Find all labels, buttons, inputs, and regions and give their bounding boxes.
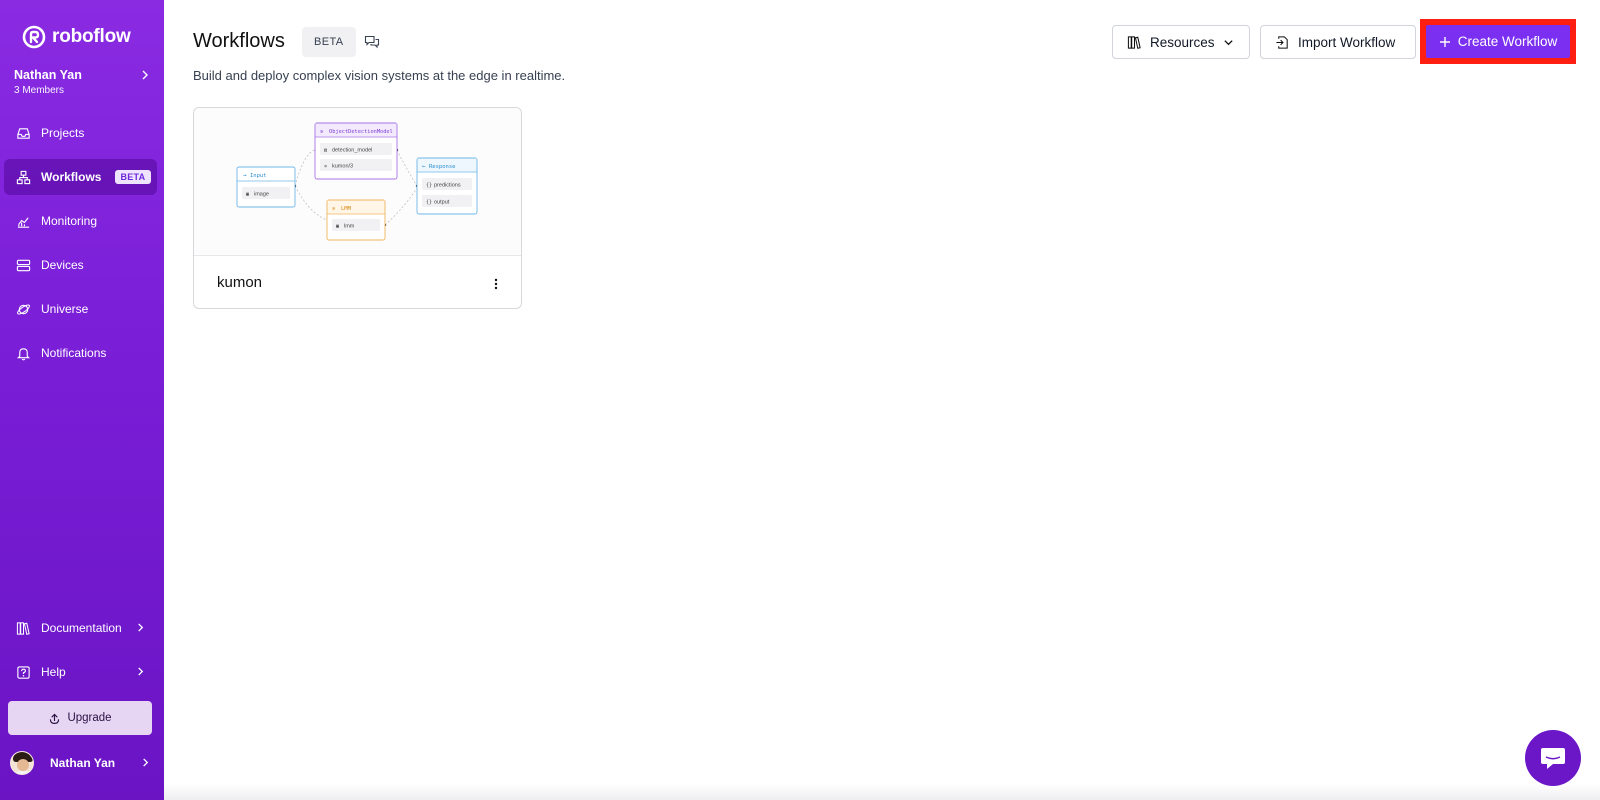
brand-name: roboflow (52, 26, 131, 47)
chevron-right-icon (138, 623, 144, 632)
upload-icon (50, 713, 60, 724)
lmm-node-field: lmm (344, 224, 355, 230)
svg-text:{}: {} (426, 183, 432, 189)
chart-icon (17, 216, 30, 228)
response-node-title: Response (429, 164, 456, 170)
lmm-node: ✲ LMM ▣ lmm (326, 199, 386, 241)
chevron-right-icon (142, 70, 148, 80)
roboflow-logo-icon (22, 25, 46, 49)
workspace-members: 3 Members (14, 85, 65, 96)
resources-dropdown[interactable]: Resources (1112, 25, 1250, 59)
books-icon (1127, 35, 1141, 49)
sidebar-item-label: Devices (41, 258, 84, 272)
workflow-name: kumon (217, 274, 263, 291)
roboflow-logo[interactable]: roboflow (22, 25, 131, 49)
sidebar-item-label: Help (41, 665, 66, 679)
avatar (10, 751, 34, 775)
svg-text:→: → (243, 172, 247, 179)
import-label: Import Workflow (1298, 34, 1396, 50)
feedback-chat-icon[interactable] (364, 34, 380, 50)
response-node: ← Response {} predictions {} output (416, 157, 478, 215)
sidebar-item-devices[interactable]: Devices (4, 247, 157, 283)
create-label: Create Workflow (1457, 34, 1558, 49)
sidebar-item-label: Projects (41, 126, 85, 140)
workspace-switcher[interactable]: Nathan Yan 3 Members (14, 68, 152, 96)
sidebar-item-label: Workflows (41, 170, 102, 184)
create-workflow-button[interactable]: Create Workflow (1426, 25, 1570, 58)
help-icon (17, 665, 30, 679)
input-node-field: image (254, 192, 269, 198)
model-node-title: ObjectDetectionModel (329, 129, 393, 135)
create-workflow-highlight: Create Workflow (1420, 19, 1576, 64)
sidebar-item-notifications[interactable]: Notifications (4, 335, 157, 371)
sidebar-item-label: Notifications (41, 346, 107, 360)
page-subtitle: Build and deploy complex vision systems … (193, 68, 566, 83)
sidebar: roboflow Nathan Yan 3 Members Projects W… (0, 0, 164, 800)
resources-label: Resources (1150, 34, 1215, 50)
beta-badge: BETA (302, 27, 356, 57)
svg-text:←: ← (422, 163, 426, 170)
sidebar-item-universe[interactable]: Universe (4, 291, 157, 327)
lmm-node-title: LMM (341, 206, 352, 212)
svg-text:▣: ▣ (246, 192, 249, 198)
workspace-name: Nathan Yan (14, 68, 82, 82)
chevron-right-icon (138, 667, 144, 676)
workflow-diagram: → Input ▣ image ✲ ObjectDetectionModel ▤… (236, 122, 478, 241)
workflow-card[interactable]: → Input ▣ image ✲ ObjectDetectionModel ▤… (193, 107, 522, 309)
response-node-field: predictions (434, 183, 461, 189)
chevron-down-icon (1223, 39, 1233, 45)
more-vertical-icon[interactable] (489, 276, 503, 292)
input-node: → Input ▣ image (236, 166, 296, 208)
plus-icon (1439, 36, 1450, 47)
sidebar-item-documentation[interactable]: Documentation (4, 610, 157, 646)
beta-badge: BETA (115, 170, 151, 184)
planet-icon (17, 304, 30, 314)
sidebar-item-help[interactable]: Help (4, 654, 157, 690)
chat-bubble-icon (1541, 748, 1565, 769)
sidebar-item-projects[interactable]: Projects (4, 115, 157, 151)
page-title: Workflows (193, 30, 285, 52)
chevron-right-icon (143, 758, 149, 767)
sidebar-item-label: Universe (41, 302, 89, 316)
svg-text:✲: ✲ (324, 164, 327, 170)
import-file-icon (1276, 35, 1288, 49)
sidebar-item-monitoring[interactable]: Monitoring (4, 203, 157, 239)
bell-icon (16, 347, 31, 360)
input-node-title: Input (250, 173, 267, 179)
sidebar-item-label: Monitoring (41, 214, 98, 228)
server-icon (16, 259, 31, 271)
inbox-icon (17, 127, 30, 139)
sidebar-item-workflows[interactable]: Workflows BETA (4, 159, 157, 195)
upgrade-button[interactable]: Upgrade (8, 701, 152, 735)
user-name: Nathan Yan (50, 756, 116, 770)
bottom-fade (164, 784, 1600, 800)
user-menu[interactable]: Nathan Yan (10, 750, 152, 776)
model-node: ✲ ObjectDetectionModel ▤ detection_model… (314, 122, 398, 180)
books-icon (16, 621, 30, 635)
model-node-field: detection_model (332, 148, 372, 154)
upgrade-label: Upgrade (67, 712, 112, 724)
sidebar-item-label: Documentation (41, 621, 122, 635)
model-node-field: kumon/3 (332, 164, 353, 170)
response-node-field: output (434, 200, 450, 206)
workflow-preview: → Input ▣ image ✲ ObjectDetectionModel ▤… (194, 108, 521, 256)
workflow-icon (16, 170, 31, 184)
import-workflow-button[interactable]: Import Workflow (1260, 25, 1416, 59)
svg-text:{}: {} (426, 200, 432, 206)
support-chat-button[interactable] (1525, 730, 1581, 786)
svg-text:▤: ▤ (324, 148, 327, 154)
svg-text:▣: ▣ (336, 224, 339, 230)
